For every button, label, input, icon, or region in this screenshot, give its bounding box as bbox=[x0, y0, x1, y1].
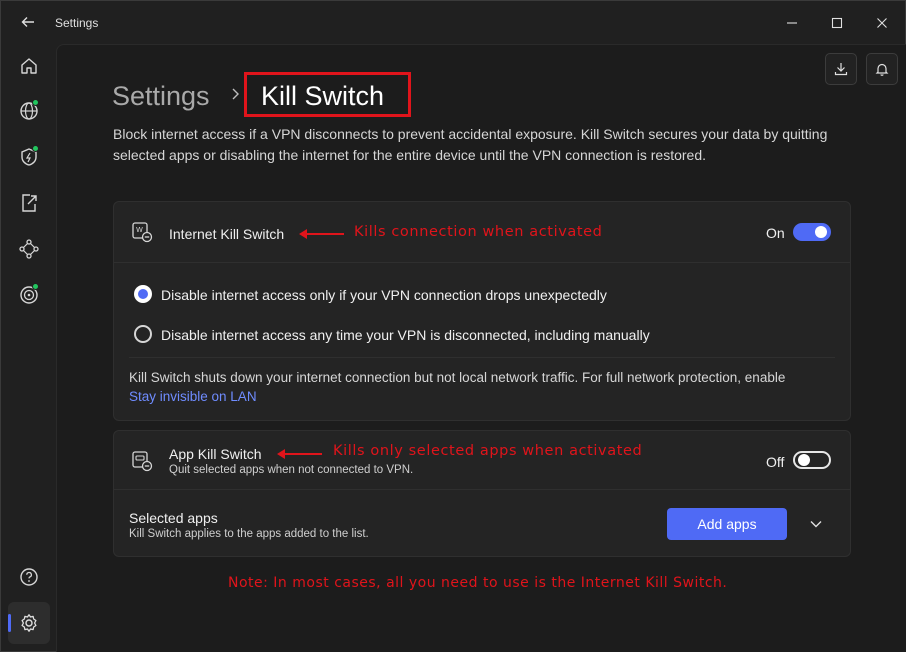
toggle-knob bbox=[798, 454, 810, 466]
web-window-icon: W bbox=[131, 221, 153, 243]
app-kill-switch-toggle[interactable] bbox=[793, 451, 831, 469]
bell-icon bbox=[875, 63, 889, 76]
annotation-arrow bbox=[277, 449, 322, 459]
target-icon[interactable] bbox=[15, 281, 43, 309]
main-content: Settings Kill Switch Block internet acce… bbox=[56, 44, 906, 652]
home-icon[interactable] bbox=[15, 52, 43, 80]
shield-icon[interactable] bbox=[15, 143, 43, 171]
toggle-knob bbox=[815, 226, 827, 238]
breadcrumb-root[interactable]: Settings bbox=[112, 81, 210, 112]
footnote: Note: In most cases, all you need to use… bbox=[228, 575, 728, 591]
internet-kill-switch-state: On bbox=[766, 225, 785, 241]
selected-apps-title: Selected apps bbox=[129, 510, 218, 526]
page-description: Block internet access if a VPN disconnec… bbox=[113, 126, 828, 163]
radio-label: Disable internet access any time your VP… bbox=[161, 327, 650, 343]
status-dot bbox=[32, 145, 39, 152]
add-apps-button[interactable]: Add apps bbox=[667, 508, 787, 540]
chevron-down-icon[interactable] bbox=[806, 514, 826, 534]
minimize-button[interactable] bbox=[778, 9, 806, 37]
active-indicator bbox=[8, 614, 11, 632]
annotation-text: Kills only selected apps when activated bbox=[333, 443, 643, 459]
title-bar: Settings bbox=[1, 1, 905, 44]
svg-text:W: W bbox=[136, 226, 143, 234]
radio-unexpected-drop[interactable] bbox=[134, 285, 152, 303]
download-icon bbox=[834, 63, 848, 76]
internet-kill-switch-toggle[interactable] bbox=[793, 223, 831, 241]
status-dot bbox=[32, 99, 39, 106]
lan-note: Kill Switch shuts down your internet con… bbox=[129, 370, 786, 385]
gear-icon bbox=[21, 614, 37, 632]
external-link-icon[interactable] bbox=[15, 189, 43, 217]
app-kill-switch-title: App Kill Switch bbox=[169, 446, 262, 462]
radio-any-disconnect[interactable] bbox=[134, 325, 152, 343]
notifications-button[interactable] bbox=[866, 53, 898, 85]
help-icon[interactable] bbox=[15, 563, 43, 591]
annotation-text: Kills connection when activated bbox=[354, 224, 603, 240]
internet-kill-switch-title: Internet Kill Switch bbox=[169, 226, 285, 242]
close-button[interactable] bbox=[868, 9, 896, 37]
app-kill-switch-card: App Kill Switch Quit selected apps when … bbox=[113, 430, 851, 557]
back-arrow-icon[interactable] bbox=[17, 11, 39, 33]
status-dot bbox=[32, 283, 39, 290]
app-window-icon bbox=[131, 450, 153, 472]
maximize-button[interactable] bbox=[823, 9, 851, 37]
app-kill-switch-subtitle: Quit selected apps when not connected to… bbox=[169, 464, 414, 476]
divider bbox=[129, 357, 835, 358]
annotation-arrow bbox=[299, 229, 344, 239]
internet-kill-switch-card: W Internet Kill Switch Kills connection … bbox=[113, 201, 851, 421]
sidebar-item-settings[interactable] bbox=[8, 602, 50, 644]
divider bbox=[114, 262, 850, 263]
stay-invisible-link[interactable]: Stay invisible on LAN bbox=[129, 389, 257, 404]
window-title: Settings bbox=[55, 16, 99, 30]
divider bbox=[114, 489, 850, 490]
radio-label: Disable internet access only if your VPN… bbox=[161, 287, 607, 303]
page-title: Kill Switch bbox=[261, 81, 385, 111]
chevron-right-icon bbox=[231, 87, 241, 106]
app-window: Settings Settings Kill Switch Block inte… bbox=[0, 0, 906, 652]
app-kill-switch-state: Off bbox=[766, 454, 785, 470]
globe-icon[interactable] bbox=[15, 97, 43, 125]
download-button[interactable] bbox=[825, 53, 857, 85]
mesh-network-icon[interactable] bbox=[15, 235, 43, 263]
selected-apps-subtitle: Kill Switch applies to the apps added to… bbox=[129, 528, 369, 540]
sidebar bbox=[1, 44, 56, 652]
